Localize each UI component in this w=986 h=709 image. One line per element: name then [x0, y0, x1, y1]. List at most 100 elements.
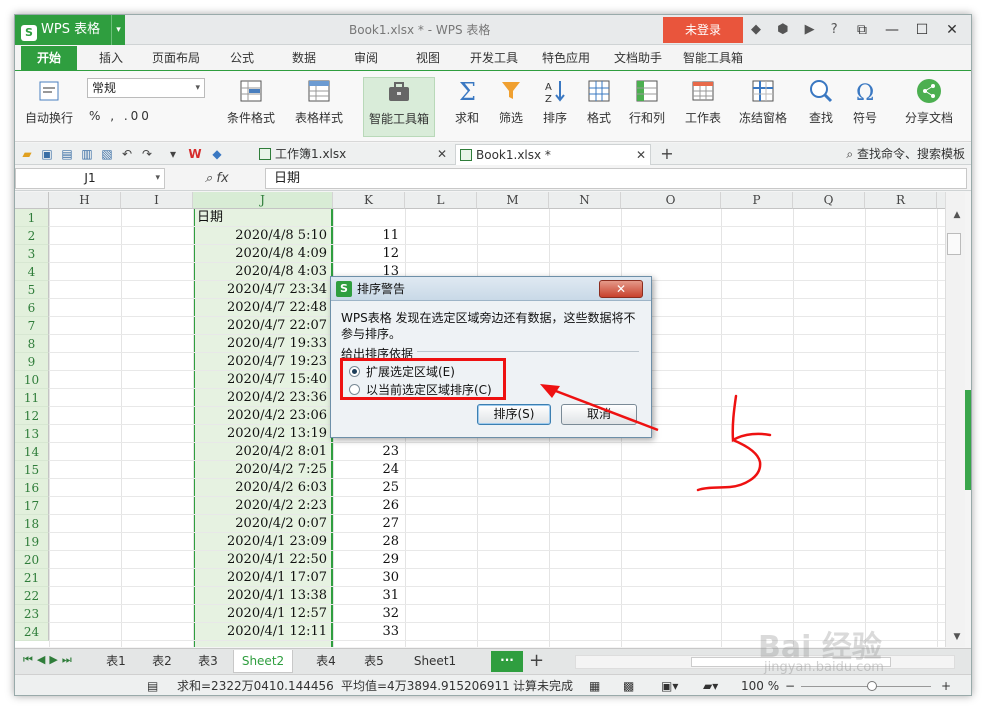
add-sheet-icon[interactable]: + [529, 649, 544, 673]
row-header[interactable]: 20 [15, 551, 49, 569]
tab-formula[interactable]: 公式 [217, 46, 267, 70]
column-header[interactable]: J [193, 192, 333, 209]
row-header[interactable]: 9 [15, 353, 49, 371]
side-panel-toggle[interactable] [965, 390, 971, 490]
page-break-view-icon[interactable]: ▩ [623, 675, 634, 695]
cell-date[interactable]: 2020/4/1 12:57 [195, 605, 329, 623]
cell-number[interactable]: 25 [333, 479, 403, 497]
vertical-scrollbar[interactable] [945, 192, 965, 647]
zoom-slider-thumb[interactable] [867, 681, 877, 691]
print-icon[interactable]: ▥ [79, 146, 95, 162]
fx-icon[interactable]: ⌕ fx [205, 168, 229, 189]
row-header[interactable]: 15 [15, 461, 49, 479]
scroll-up-icon[interactable]: ▲ [949, 207, 965, 223]
cube-icon[interactable]: ◆ [209, 146, 225, 162]
cell-number[interactable]: 26 [333, 497, 403, 515]
row-header[interactable]: 13 [15, 425, 49, 443]
zoom-out-icon[interactable]: − [785, 675, 795, 695]
maximize-icon[interactable]: ☐ [907, 15, 937, 45]
cell-date[interactable]: 2020/4/7 23:34 [195, 281, 329, 299]
column-header[interactable]: I [121, 192, 193, 209]
row-header[interactable]: 7 [15, 317, 49, 335]
share-doc-button[interactable]: 分享文档 [901, 77, 957, 137]
dialog-close-button[interactable]: ✕ [599, 280, 643, 298]
scroll-down-icon[interactable]: ▼ [949, 629, 965, 645]
filter-button[interactable]: 筛选 [491, 77, 531, 137]
tab-home[interactable]: 开始 [21, 46, 77, 70]
tab-special[interactable]: 特色应用 [533, 46, 599, 70]
cell-number[interactable]: 12 [333, 245, 403, 263]
doc-tab-workbook1[interactable]: 工作簿1.xlsx ✕ [255, 144, 451, 165]
normal-view-icon[interactable]: ▦ [589, 675, 600, 695]
cell-number[interactable]: 28 [333, 533, 403, 551]
tab-review[interactable]: 审阅 [341, 46, 391, 70]
sort-button[interactable]: AZ 排序 [535, 77, 575, 137]
close-icon[interactable]: ✕ [937, 15, 967, 45]
cell-date[interactable]: 2020/4/8 4:03 [195, 263, 329, 281]
sheet-tab[interactable]: 表1 [95, 650, 137, 673]
toolbar-icons[interactable]: ◆ ⬢ ▶ ? [751, 15, 844, 45]
cell-date[interactable]: 2020/4/2 23:36 [195, 389, 329, 407]
cell-date[interactable]: 2020/4/1 22:50 [195, 551, 329, 569]
close-tab-icon[interactable]: ✕ [636, 145, 646, 166]
tab-data[interactable]: 数据 [279, 46, 329, 70]
worksheet-button[interactable]: 工作表 [679, 77, 727, 137]
cell-number[interactable]: 23 [333, 443, 403, 461]
reading-mode-icon[interactable]: ▰▾ [703, 675, 718, 695]
row-header[interactable]: 21 [15, 569, 49, 587]
sheet-nav-arrows-icon[interactable]: ⏮◀▶⏭ [23, 653, 76, 667]
zoom-in-icon[interactable]: + [941, 675, 951, 695]
tab-smart-toolbox[interactable]: 智能工具箱 [675, 46, 751, 70]
page-layout-view-icon[interactable]: ▣▾ [661, 675, 678, 695]
close-tab-icon[interactable]: ✕ [437, 144, 447, 165]
sheet-tab[interactable]: 表3 [187, 650, 229, 673]
doc-tab-book1[interactable]: Book1.xlsx * ✕ [455, 144, 651, 165]
column-header[interactable]: P [721, 192, 793, 209]
select-all-corner[interactable] [15, 192, 49, 209]
cell-date[interactable]: 2020/4/7 22:48 [195, 299, 329, 317]
freeze-panes-button[interactable]: 冻结窗格 [735, 77, 791, 137]
cell-number[interactable]: 32 [333, 605, 403, 623]
tab-page-layout[interactable]: 页面布局 [143, 46, 209, 70]
customize-dropdown-icon[interactable]: ▾ [165, 146, 181, 162]
cell-number[interactable]: 29 [333, 551, 403, 569]
rows-cols-button[interactable]: 行和列 [623, 77, 671, 137]
tab-view[interactable]: 视图 [403, 46, 453, 70]
print-preview-icon[interactable]: ▧ [99, 146, 115, 162]
column-header[interactable]: N [549, 192, 621, 209]
cell-date[interactable]: 2020/4/1 23:09 [195, 533, 329, 551]
cell-date[interactable]: 2020/4/7 22:07 [195, 317, 329, 335]
cell-date[interactable]: 2020/4/2 6:03 [195, 479, 329, 497]
sheet-tab[interactable]: Sheet1 [405, 650, 465, 673]
cell-date[interactable]: 2020/4/1 17:07 [195, 569, 329, 587]
symbol-button[interactable]: Ω 符号 [845, 77, 885, 137]
number-format-buttons[interactable]: % , .00 [89, 109, 152, 123]
row-header[interactable]: 8 [15, 335, 49, 353]
more-sheets-button[interactable]: ··· [491, 651, 523, 672]
row-header[interactable]: 14 [15, 443, 49, 461]
row-header[interactable]: 17 [15, 497, 49, 515]
cell-date[interactable]: 日期 [195, 209, 329, 227]
cell-date[interactable]: 2020/4/2 13:19 [195, 425, 329, 443]
export-pdf-icon[interactable]: ▤ [59, 146, 75, 162]
tab-doc-assistant[interactable]: 文档助手 [605, 46, 671, 70]
cell-number[interactable] [333, 209, 403, 227]
row-header[interactable]: 2 [15, 227, 49, 245]
cancel-button[interactable]: 取消 [561, 404, 637, 425]
cell-date[interactable]: 2020/4/7 19:33 [195, 335, 329, 353]
row-header[interactable]: 24 [15, 623, 49, 641]
cell-date[interactable]: 2020/4/2 8:01 [195, 443, 329, 461]
cell-date[interactable]: 2020/4/1 13:38 [195, 587, 329, 605]
row-header[interactable]: 10 [15, 371, 49, 389]
wrap-text-button[interactable]: 自动换行 [23, 77, 75, 137]
row-header[interactable]: 18 [15, 515, 49, 533]
cell-date[interactable]: 2020/4/1 12:11 [195, 623, 329, 641]
smart-toolbox-button[interactable]: 智能工具箱 [363, 77, 435, 137]
zoom-level[interactable]: 100 % [741, 675, 779, 695]
row-header[interactable]: 16 [15, 479, 49, 497]
search-command-box[interactable]: ⌕ 查找命令、搜索模板 [846, 143, 965, 165]
row-header[interactable]: 11 [15, 389, 49, 407]
table-style-button[interactable]: 表格样式 [287, 77, 351, 137]
number-format-select[interactable]: 常规 [87, 78, 205, 98]
column-header[interactable]: S [937, 192, 945, 209]
